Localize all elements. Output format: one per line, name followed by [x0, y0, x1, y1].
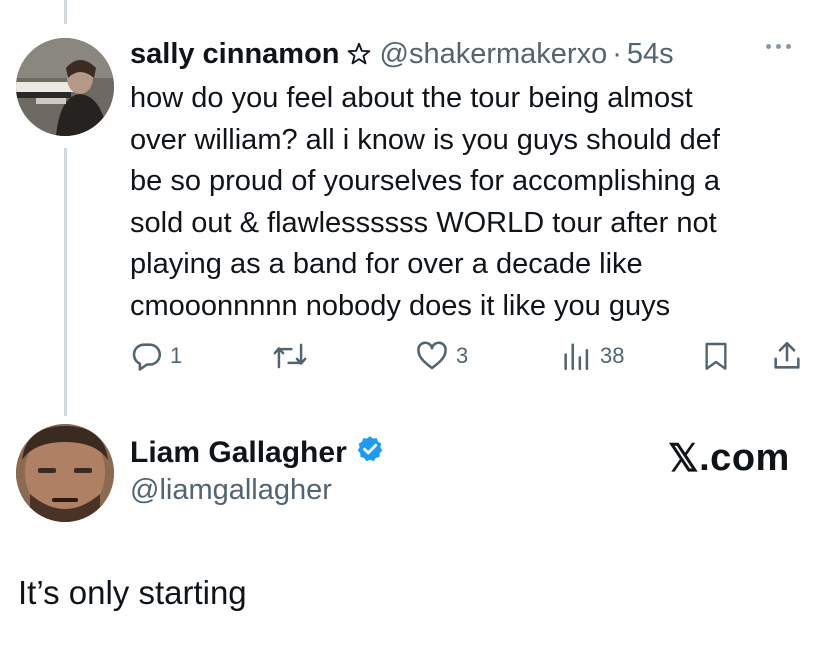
more-icon[interactable]: [766, 44, 791, 49]
reply-author-name[interactable]: Liam Gallagher: [130, 434, 385, 472]
view-count: 38: [600, 343, 625, 368]
reply-count: 1: [170, 343, 183, 368]
retweet-icon: [272, 339, 308, 373]
like-count: 3: [456, 343, 469, 368]
x-logo-icon: 𝕏: [668, 438, 700, 480]
star-icon: [346, 41, 372, 67]
avatar-sally[interactable]: [16, 38, 114, 136]
tweet-text-line: be so proud of yourselves for accomplish…: [130, 165, 720, 197]
views-icon: [560, 339, 594, 373]
quoted-display-name[interactable]: sally cinnamon: [130, 38, 340, 71]
separator-dot: ·: [612, 37, 622, 70]
retweet-button[interactable]: [272, 336, 308, 376]
tweet-text-line: how do you feel about the tour being alm…: [130, 82, 693, 114]
reply-handle[interactable]: @liamgallagher: [130, 474, 332, 507]
views-button[interactable]: 38: [560, 336, 624, 376]
tweet-text-line: over william? all i know is you guys sho…: [130, 123, 720, 156]
reply-button[interactable]: 1: [130, 336, 182, 376]
thread-line-top: [64, 0, 67, 24]
like-icon: [414, 339, 450, 373]
avatar-liam-image: [16, 424, 114, 522]
tweet-text-line: sold out & flawlessssss WORLD tour after…: [130, 206, 717, 239]
reply-display-name: Liam Gallagher: [130, 436, 347, 469]
share-button[interactable]: [770, 336, 804, 376]
quoted-handle[interactable]: @shakermakerxo: [380, 38, 608, 71]
timestamp[interactable]: 54s: [627, 38, 674, 71]
quoted-tweet-text: how do you feel about the tour being alm…: [130, 78, 810, 327]
tweet-text-line: cmooonnnnn nobody does it like you guys: [130, 289, 671, 322]
bookmark-icon: [700, 339, 732, 373]
share-icon: [770, 339, 804, 373]
tweet-actions: 1 3 38: [0, 336, 828, 376]
reply-icon: [130, 339, 164, 373]
quoted-tweet-header: sally cinnamon @shakermakerxo · 54s: [130, 34, 674, 74]
x-com-watermark: 𝕏 .com: [668, 436, 790, 481]
avatar-sally-image: [16, 38, 114, 136]
reply-text: It’s only starting: [18, 574, 247, 611]
like-button[interactable]: 3: [414, 336, 468, 376]
verified-badge-icon: [355, 434, 385, 472]
bookmark-button[interactable]: [700, 336, 732, 376]
tweet-text-line: playing as a band for over a decade like: [130, 248, 643, 280]
watermark-suffix: .com: [699, 437, 790, 479]
avatar-liam[interactable]: [16, 424, 114, 522]
